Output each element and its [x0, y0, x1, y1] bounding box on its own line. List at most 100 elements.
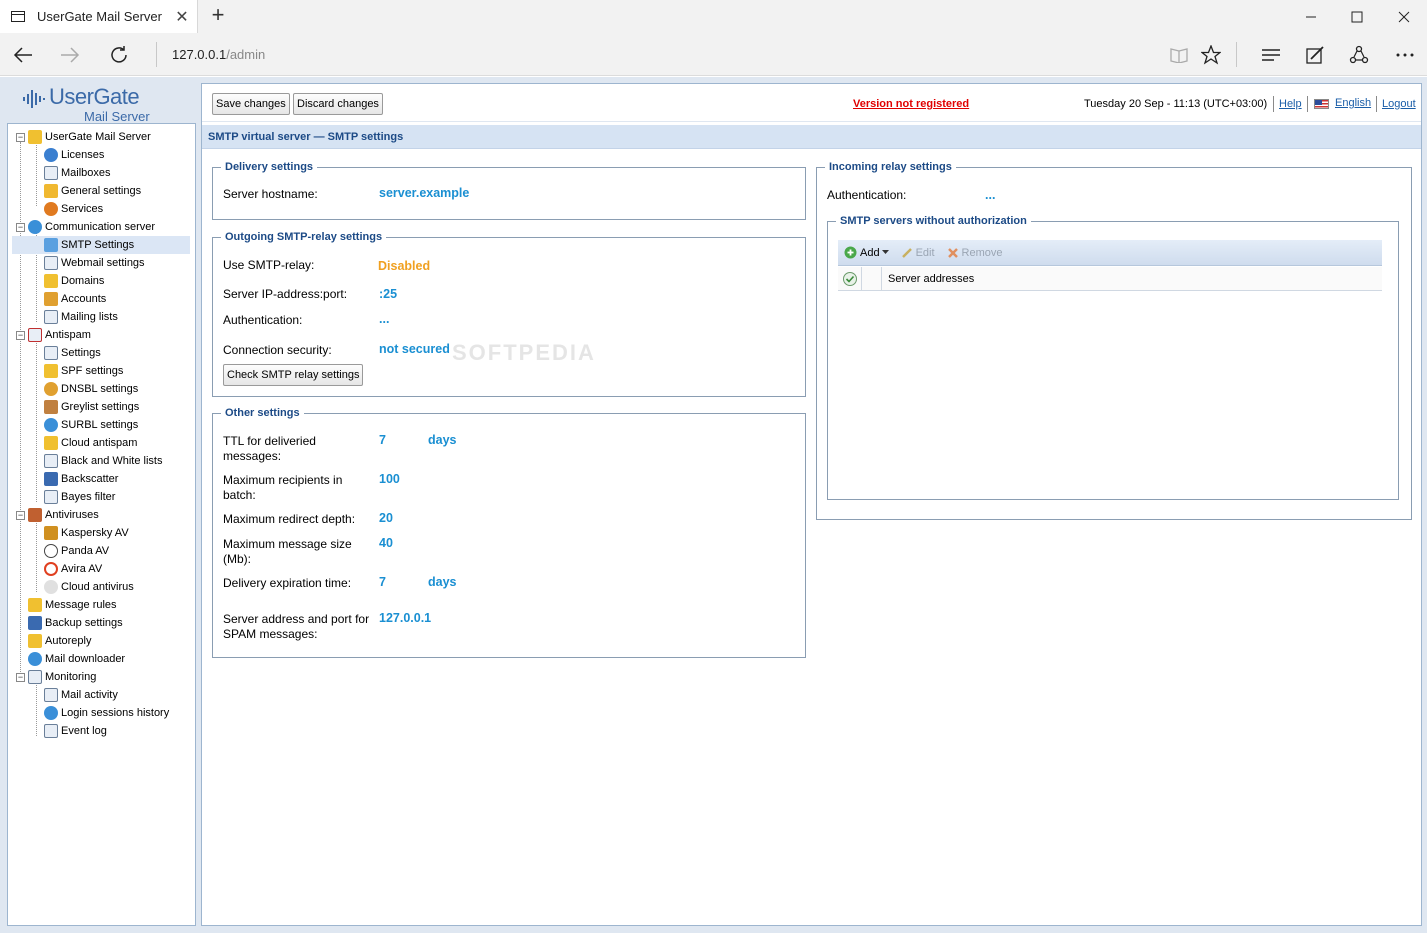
at-sign-icon — [28, 220, 42, 234]
minimize-icon[interactable] — [1288, 0, 1334, 33]
incoming-relay-group: Incoming relay settings Authentication: … — [816, 161, 1412, 520]
incoming-auth-label: Authentication: — [827, 188, 907, 202]
tree-item-panda[interactable]: Panda AV — [44, 542, 109, 560]
grid-spacer-column — [862, 266, 882, 291]
more-icon[interactable] — [1390, 40, 1420, 70]
select-all-column[interactable] — [838, 266, 862, 291]
collapse-icon[interactable]: − — [16, 222, 25, 232]
language-link[interactable]: English — [1335, 97, 1371, 109]
tree-item-backscatter[interactable]: Backscatter — [44, 470, 118, 488]
tree-item-autoreply[interactable]: Autoreply — [28, 632, 91, 650]
tree-item-backup-settings[interactable]: Backup settings — [28, 614, 123, 632]
incoming-auth-value[interactable]: ... — [985, 188, 995, 202]
share-icon[interactable] — [1344, 40, 1374, 70]
close-tab-icon[interactable]: ✕ — [175, 7, 189, 27]
tree-label: Webmail settings — [61, 257, 145, 269]
check-relay-button[interactable]: Check SMTP relay settings — [223, 364, 364, 386]
tree-item-dnsbl-settings[interactable]: DNSBL settings — [44, 380, 138, 398]
reading-view-icon[interactable] — [1164, 40, 1194, 70]
use-relay-value[interactable]: Disabled — [378, 259, 430, 273]
server-ip-value[interactable]: :25 — [379, 287, 397, 301]
tree-item-general-settings[interactable]: General settings — [44, 182, 141, 200]
edit-button[interactable]: Edit — [901, 247, 935, 259]
connection-security-value[interactable]: not secured — [379, 342, 450, 356]
delivery-settings-group: Delivery settings Server hostname: serve… — [212, 161, 806, 220]
collapse-icon[interactable]: − — [16, 510, 25, 520]
tree-item-antispam-settings[interactable]: Settings — [44, 344, 101, 362]
relay-auth-value[interactable]: ... — [379, 312, 389, 326]
tree-item-event-log[interactable]: Event log — [44, 722, 107, 740]
event-log-icon — [44, 724, 58, 738]
collapse-icon[interactable]: − — [16, 672, 25, 682]
use-relay-label: Use SMTP-relay: — [223, 258, 315, 272]
server-hostname-value[interactable]: server.example — [379, 186, 469, 200]
tree-item-usergate-mail-server[interactable]: − UserGate Mail Server — [16, 128, 151, 146]
tree-label: Services — [61, 203, 104, 215]
tree-label: Black and White lists — [61, 455, 163, 467]
logout-link[interactable]: Logout — [1382, 98, 1416, 110]
tree-item-greylist-settings[interactable]: Greylist settings — [44, 398, 139, 416]
list-icon — [44, 454, 58, 468]
delivery-expiration-value[interactable]: 7 — [379, 575, 386, 589]
tree-item-mail-downloader[interactable]: Mail downloader — [28, 650, 125, 668]
tree-item-accounts[interactable]: Accounts — [44, 290, 106, 308]
tree-item-mail-activity[interactable]: Mail activity — [44, 686, 118, 704]
help-link[interactable]: Help — [1279, 98, 1302, 110]
max-redirect-value[interactable]: 20 — [379, 511, 393, 525]
save-changes-button[interactable]: Save changes — [212, 93, 290, 115]
tree-item-message-rules[interactable]: Message rules — [28, 596, 117, 614]
tree-item-licenses[interactable]: Licenses — [44, 146, 104, 164]
tree-item-avira[interactable]: Avira AV — [44, 560, 102, 578]
ttl-value[interactable]: 7 — [379, 433, 386, 447]
spam-server-value[interactable]: 127.0.0.1 — [379, 611, 431, 625]
maximize-icon[interactable] — [1334, 0, 1380, 33]
tree-item-smtp-settings[interactable]: SMTP Settings — [12, 236, 190, 254]
server-icon — [28, 130, 42, 144]
web-note-icon[interactable] — [1300, 40, 1330, 70]
tree-item-black-white-lists[interactable]: Black and White lists — [44, 452, 162, 470]
discard-changes-button[interactable]: Discard changes — [293, 93, 383, 115]
tree-item-spf-settings[interactable]: SPF settings — [44, 362, 123, 380]
favorite-star-icon[interactable] — [1196, 40, 1226, 70]
tree-item-mailboxes[interactable]: Mailboxes — [44, 164, 111, 182]
tree-item-services[interactable]: Services — [44, 200, 103, 218]
address-bar[interactable]: 127.0.0.1/admin — [172, 47, 265, 62]
tree-item-antispam[interactable]: − Antispam — [16, 326, 91, 344]
hub-icon[interactable] — [1256, 40, 1286, 70]
refresh-icon[interactable] — [104, 40, 134, 70]
server-addresses-column[interactable]: Server addresses — [888, 273, 974, 285]
tree-item-domains[interactable]: Domains — [44, 272, 104, 290]
tree-label: Antispam — [45, 329, 91, 341]
tree-item-communication-server[interactable]: − Communication server — [16, 218, 155, 236]
max-message-size-value[interactable]: 40 — [379, 536, 393, 550]
tree-item-webmail-settings[interactable]: Webmail settings — [44, 254, 145, 272]
version-not-registered-link[interactable]: Version not registered — [853, 98, 969, 110]
max-recipients-label: Maximum recipients in batch: — [223, 473, 343, 502]
browser-tab[interactable]: UserGate Mail Server ✕ — [0, 0, 198, 33]
webmail-icon — [44, 256, 58, 270]
tree-item-kaspersky[interactable]: Kaspersky AV — [44, 524, 129, 542]
add-icon — [844, 246, 857, 259]
panda-icon — [44, 544, 58, 558]
server-datetime: Tuesday 20 Sep - 11:13 (UTC+03:00) — [1084, 98, 1268, 110]
back-icon[interactable] — [8, 40, 38, 70]
forward-icon[interactable] — [55, 40, 85, 70]
spf-icon — [44, 364, 58, 378]
tree-item-login-history[interactable]: Login sessions history — [44, 704, 169, 722]
max-recipients-value[interactable]: 100 — [379, 472, 400, 486]
tree-item-antiviruses[interactable]: − Antiviruses — [16, 506, 99, 524]
new-tab-button[interactable]: + — [206, 4, 230, 28]
servers-grid-header: Server addresses — [838, 266, 1382, 291]
tree-item-surbl-settings[interactable]: SURBL settings — [44, 416, 138, 434]
collapse-icon[interactable]: − — [16, 330, 25, 340]
tree-item-mailing-lists[interactable]: Mailing lists — [44, 308, 118, 326]
tree-item-cloud-antivirus[interactable]: Cloud antivirus — [44, 578, 134, 596]
tree-item-bayes-filter[interactable]: Bayes filter — [44, 488, 115, 506]
tree-item-monitoring[interactable]: − Monitoring — [16, 668, 96, 686]
collapse-icon[interactable]: − — [16, 132, 25, 142]
add-button[interactable]: Add — [844, 246, 889, 259]
tree-item-cloud-antispam[interactable]: Cloud antispam — [44, 434, 137, 452]
remove-button[interactable]: Remove — [947, 247, 1003, 259]
url-path: /admin — [226, 47, 266, 62]
close-window-icon[interactable] — [1381, 0, 1427, 33]
